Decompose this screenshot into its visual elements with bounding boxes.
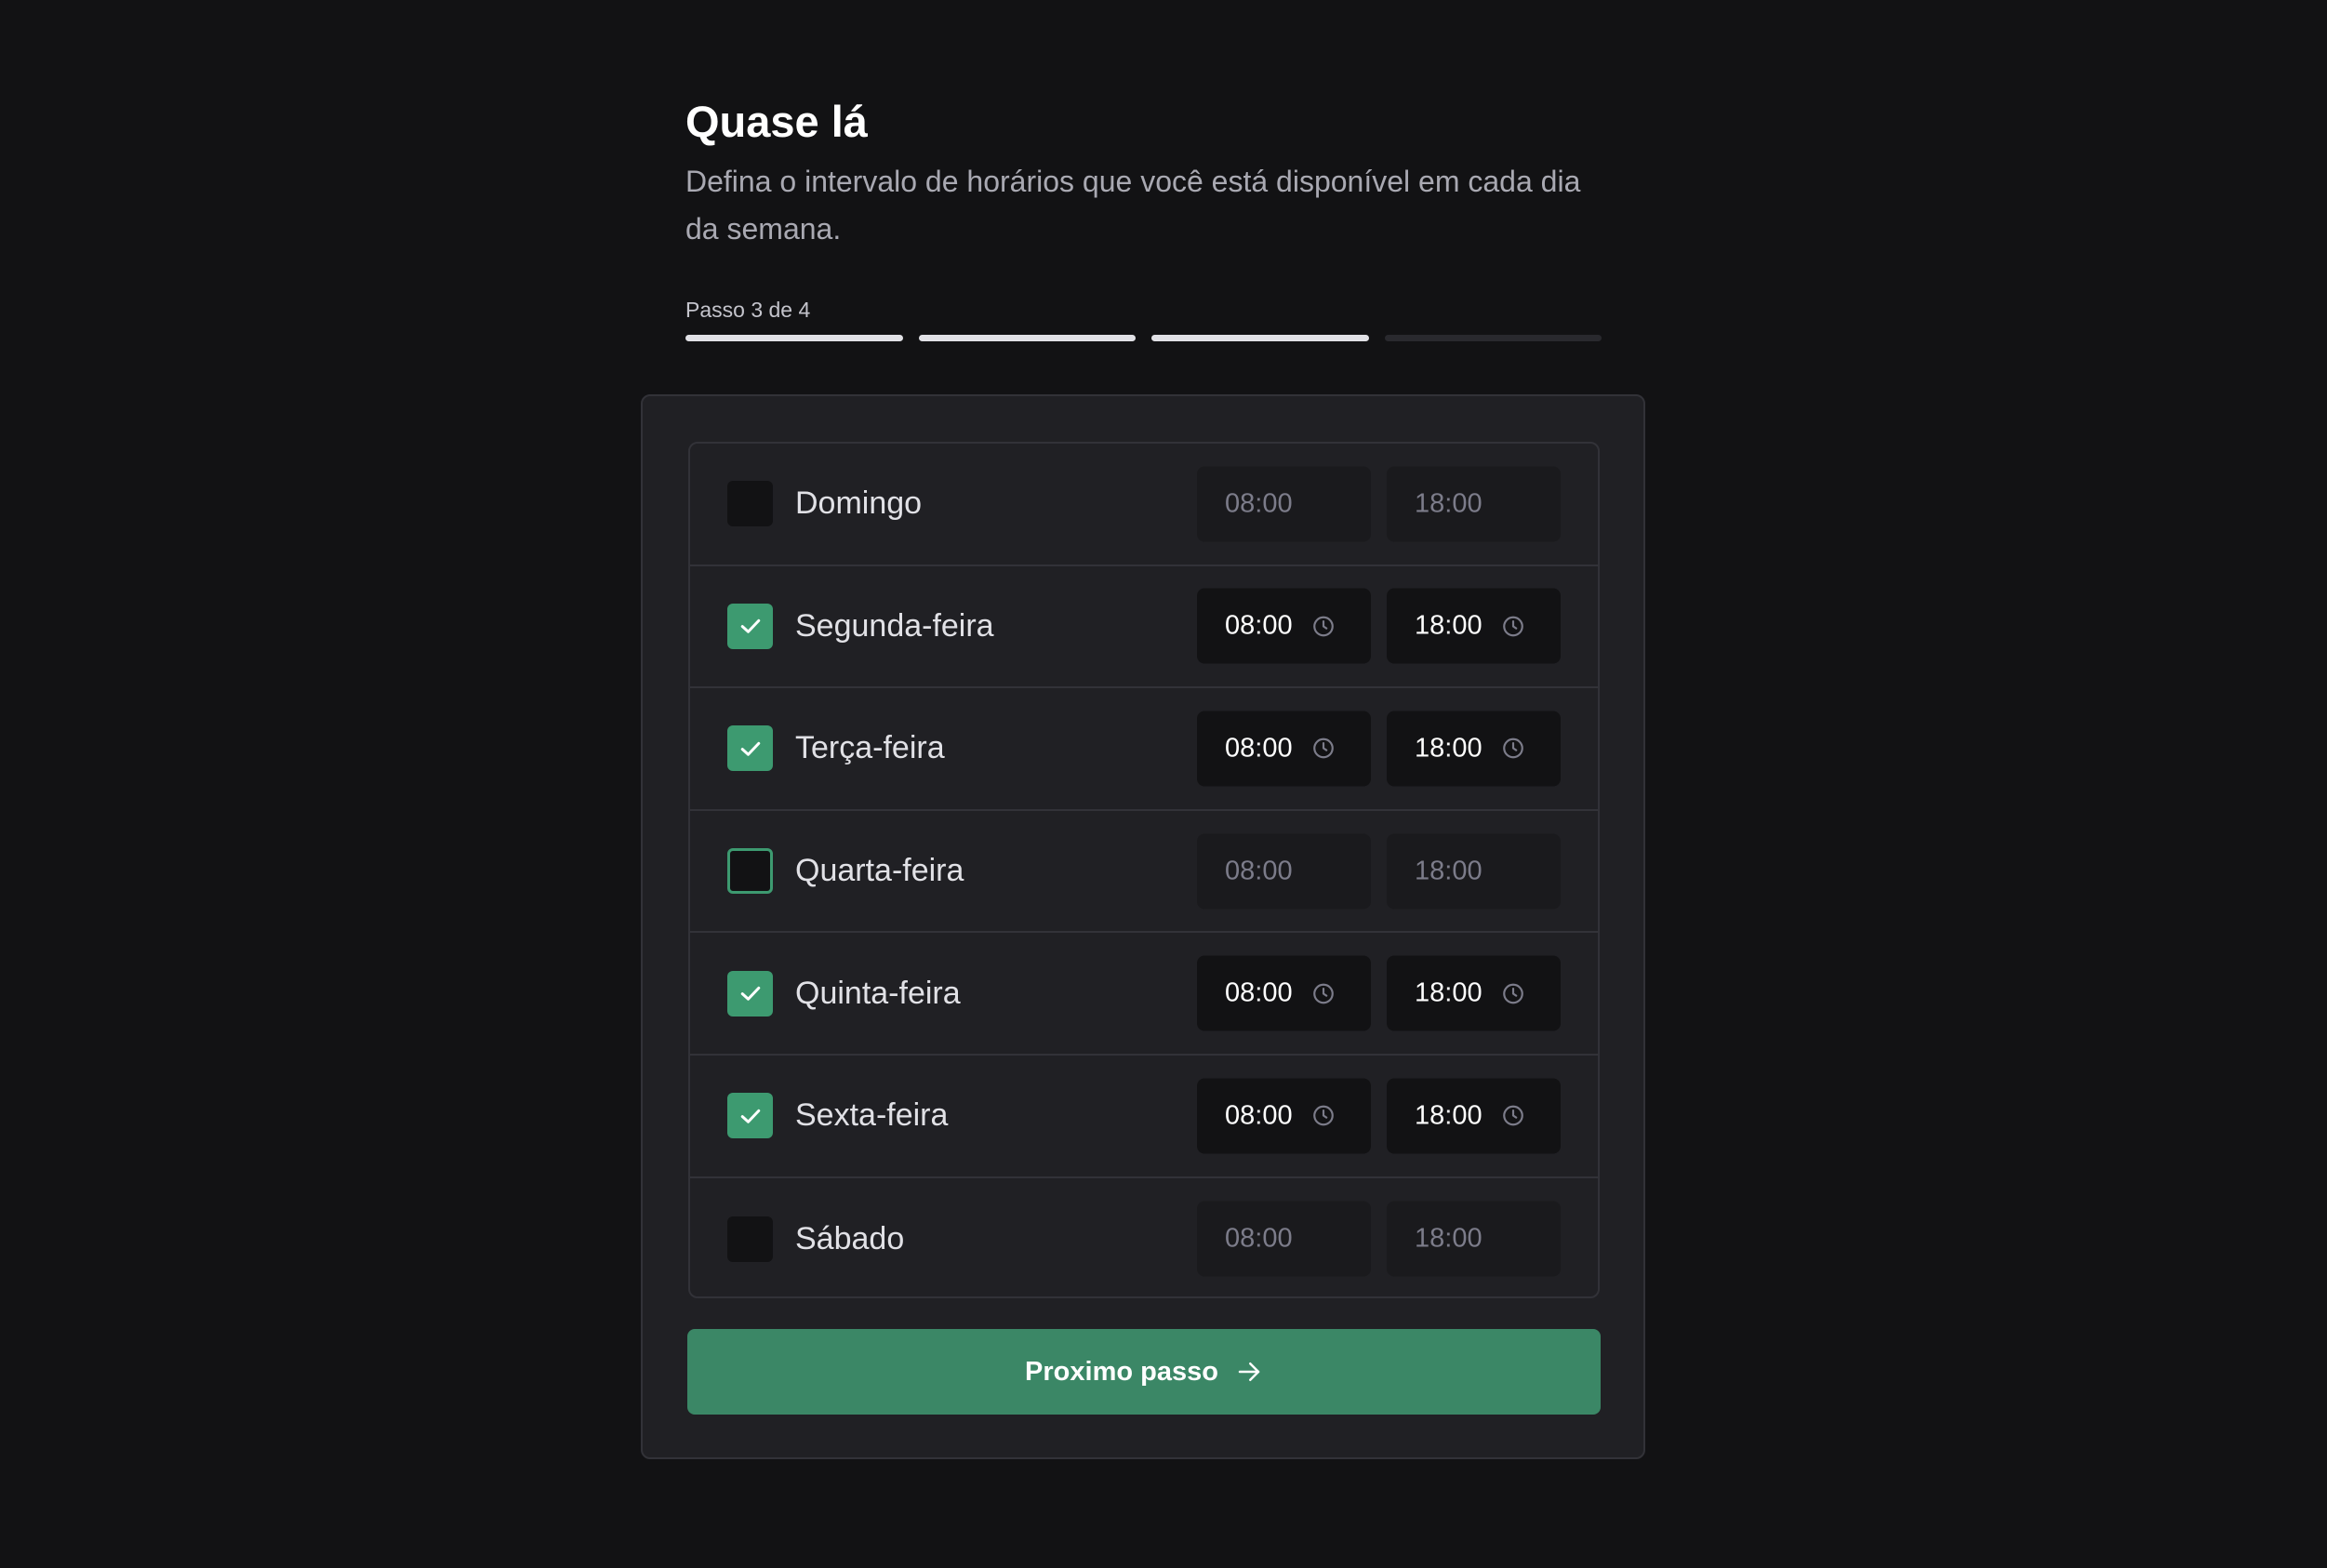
- day-name: Terça-feira: [795, 730, 945, 766]
- step-label: Passo 3 de 4: [685, 298, 811, 322]
- step-progress: [685, 335, 1602, 341]
- start-time-input[interactable]: 08:00: [1197, 955, 1371, 1031]
- day-row: Sexta-feira 08:00 18:00: [690, 1056, 1598, 1178]
- start-time-value: 08:00: [1225, 610, 1293, 641]
- progress-segment: [918, 335, 1136, 341]
- clock-icon: [1312, 616, 1334, 637]
- progress-segment: [1384, 335, 1602, 341]
- start-time-value: 08:00: [1225, 1100, 1293, 1131]
- day-checkbox[interactable]: [727, 1216, 773, 1262]
- end-time-value: 18:00: [1415, 1100, 1483, 1131]
- clock-icon: [1312, 983, 1334, 1004]
- start-time-input[interactable]: 08:00: [1197, 588, 1371, 664]
- end-time-input[interactable]: 18:00: [1387, 711, 1561, 787]
- day-checkbox[interactable]: [727, 481, 773, 527]
- day-name: Sexta-feira: [795, 1097, 949, 1134]
- start-time-value: 08:00: [1225, 977, 1293, 1008]
- day-name: Segunda-feira: [795, 607, 994, 644]
- end-time-value: 18:00: [1415, 977, 1483, 1008]
- day-row: Domingo 08:00 18:00: [690, 444, 1598, 566]
- start-time-value: 08:00: [1225, 1223, 1293, 1254]
- day-checkbox[interactable]: [727, 848, 773, 895]
- end-time-value: 18:00: [1415, 610, 1483, 641]
- end-time-value: 18:00: [1415, 1223, 1483, 1254]
- start-time-input[interactable]: 08:00: [1197, 711, 1371, 787]
- day-name: Sábado: [795, 1220, 905, 1256]
- page-subtitle: Defina o intervalo de horários que você …: [685, 165, 1581, 246]
- next-step-button[interactable]: Proximo passo: [687, 1329, 1601, 1415]
- check-icon: [740, 741, 760, 756]
- header-section: Quase lá Defina o intervalo de horários …: [685, 93, 1602, 341]
- day-name: Quarta-feira: [795, 853, 964, 889]
- arrow-right-icon: [1238, 1362, 1260, 1381]
- time-range: 08:00 18:00: [1197, 588, 1561, 664]
- time-range: 08:00 18:00: [1197, 1201, 1561, 1277]
- day-checkbox[interactable]: [727, 1093, 773, 1139]
- next-step-label: Proximo passo: [1025, 1356, 1218, 1387]
- check-icon: [740, 619, 760, 634]
- day-checkbox[interactable]: [727, 970, 773, 1017]
- end-time-input[interactable]: 18:00: [1387, 955, 1561, 1031]
- start-time-value: 08:00: [1225, 856, 1293, 886]
- progress-segment: [1151, 335, 1369, 341]
- time-range: 08:00 18:00: [1197, 955, 1561, 1031]
- day-row: Sábado 08:00 18:00: [690, 1178, 1598, 1296]
- progress-segment: [685, 335, 903, 341]
- check-icon: [740, 987, 760, 1001]
- start-time-input: 08:00: [1197, 466, 1371, 542]
- start-time-input: 08:00: [1197, 1201, 1371, 1277]
- clock-icon: [1502, 738, 1523, 759]
- clock-icon: [1502, 1105, 1523, 1126]
- page-title: Quase lá: [685, 97, 868, 146]
- end-time-input[interactable]: 18:00: [1387, 1078, 1561, 1154]
- start-time-input[interactable]: 08:00: [1197, 1078, 1371, 1154]
- day-row: Terça-feira 08:00 18:00: [690, 688, 1598, 811]
- time-range: 08:00 18:00: [1197, 466, 1561, 542]
- end-time-value: 18:00: [1415, 856, 1483, 886]
- end-time-value: 18:00: [1415, 733, 1483, 764]
- clock-icon: [1502, 616, 1523, 637]
- end-time-input: 18:00: [1387, 833, 1561, 910]
- end-time-input: 18:00: [1387, 466, 1561, 542]
- day-row: Segunda-feira 08:00 18:00: [690, 566, 1598, 689]
- time-range: 08:00 18:00: [1197, 711, 1561, 787]
- clock-icon: [1312, 1105, 1334, 1126]
- end-time-value: 18:00: [1415, 488, 1483, 519]
- time-range: 08:00 18:00: [1197, 833, 1561, 910]
- start-time-value: 08:00: [1225, 733, 1293, 764]
- day-row: Quinta-feira 08:00 18:00: [690, 933, 1598, 1056]
- check-icon: [740, 1109, 760, 1123]
- start-time-input: 08:00: [1197, 833, 1371, 910]
- day-name: Quinta-feira: [795, 975, 961, 1011]
- end-time-input[interactable]: 18:00: [1387, 588, 1561, 664]
- clock-icon: [1502, 983, 1523, 1004]
- time-range: 08:00 18:00: [1197, 1078, 1561, 1154]
- day-checkbox[interactable]: [727, 603, 773, 649]
- day-checkbox[interactable]: [727, 725, 773, 772]
- day-name: Domingo: [795, 485, 923, 522]
- day-row: Quarta-feira 08:00 18:00: [690, 811, 1598, 934]
- days-list: Domingo 08:00 18:00 Segunda-feira 08:00 18:00…: [688, 442, 1600, 1298]
- end-time-input: 18:00: [1387, 1201, 1561, 1277]
- availability-card: Domingo 08:00 18:00 Segunda-feira 08:00 18:00…: [641, 394, 1645, 1459]
- clock-icon: [1312, 738, 1334, 759]
- start-time-value: 08:00: [1225, 488, 1293, 519]
